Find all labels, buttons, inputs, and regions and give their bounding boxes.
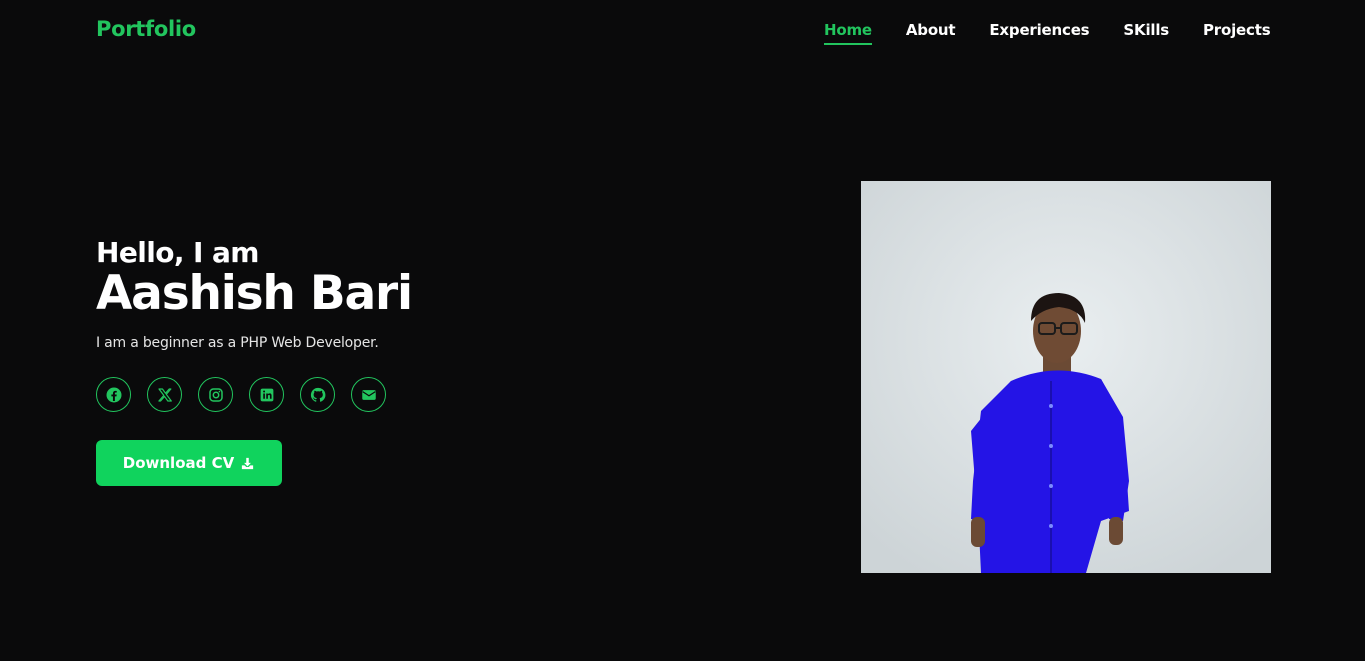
hero-tagline: I am a beginner as a PHP Web Developer.: [96, 335, 379, 351]
instagram-icon: [208, 387, 223, 402]
github-link[interactable]: [300, 377, 335, 412]
facebook-icon: [106, 387, 121, 402]
download-cv-label: Download CV: [122, 454, 235, 472]
main-nav: Home About Experiences SKills Projects: [824, 21, 1271, 45]
portfolio-page: Portfolio Home About Experiences SKills …: [0, 0, 1365, 661]
linkedin-link[interactable]: [249, 377, 284, 412]
instagram-link[interactable]: [198, 377, 233, 412]
x-twitter-icon: [157, 387, 172, 402]
profile-photo-figure: [861, 181, 1271, 573]
nav-experiences[interactable]: Experiences: [989, 21, 1089, 45]
hero-name: Aashish Bari: [96, 266, 413, 321]
facebook-link[interactable]: [96, 377, 131, 412]
social-links: [96, 377, 386, 412]
email-link[interactable]: [351, 377, 386, 412]
download-cv-button[interactable]: Download CV: [96, 440, 282, 486]
nav-about[interactable]: About: [906, 21, 956, 45]
linkedin-icon: [260, 388, 273, 401]
nav-home[interactable]: Home: [824, 21, 872, 45]
site-logo[interactable]: Portfolio: [96, 17, 196, 41]
envelope-icon: [361, 389, 376, 400]
nav-skills[interactable]: SKills: [1123, 21, 1169, 45]
x-twitter-link[interactable]: [147, 377, 182, 412]
github-icon: [310, 387, 325, 402]
nav-projects[interactable]: Projects: [1203, 21, 1271, 45]
download-icon: [242, 457, 254, 469]
profile-photo: [861, 181, 1271, 573]
hero-greeting: Hello, I am: [96, 236, 259, 269]
